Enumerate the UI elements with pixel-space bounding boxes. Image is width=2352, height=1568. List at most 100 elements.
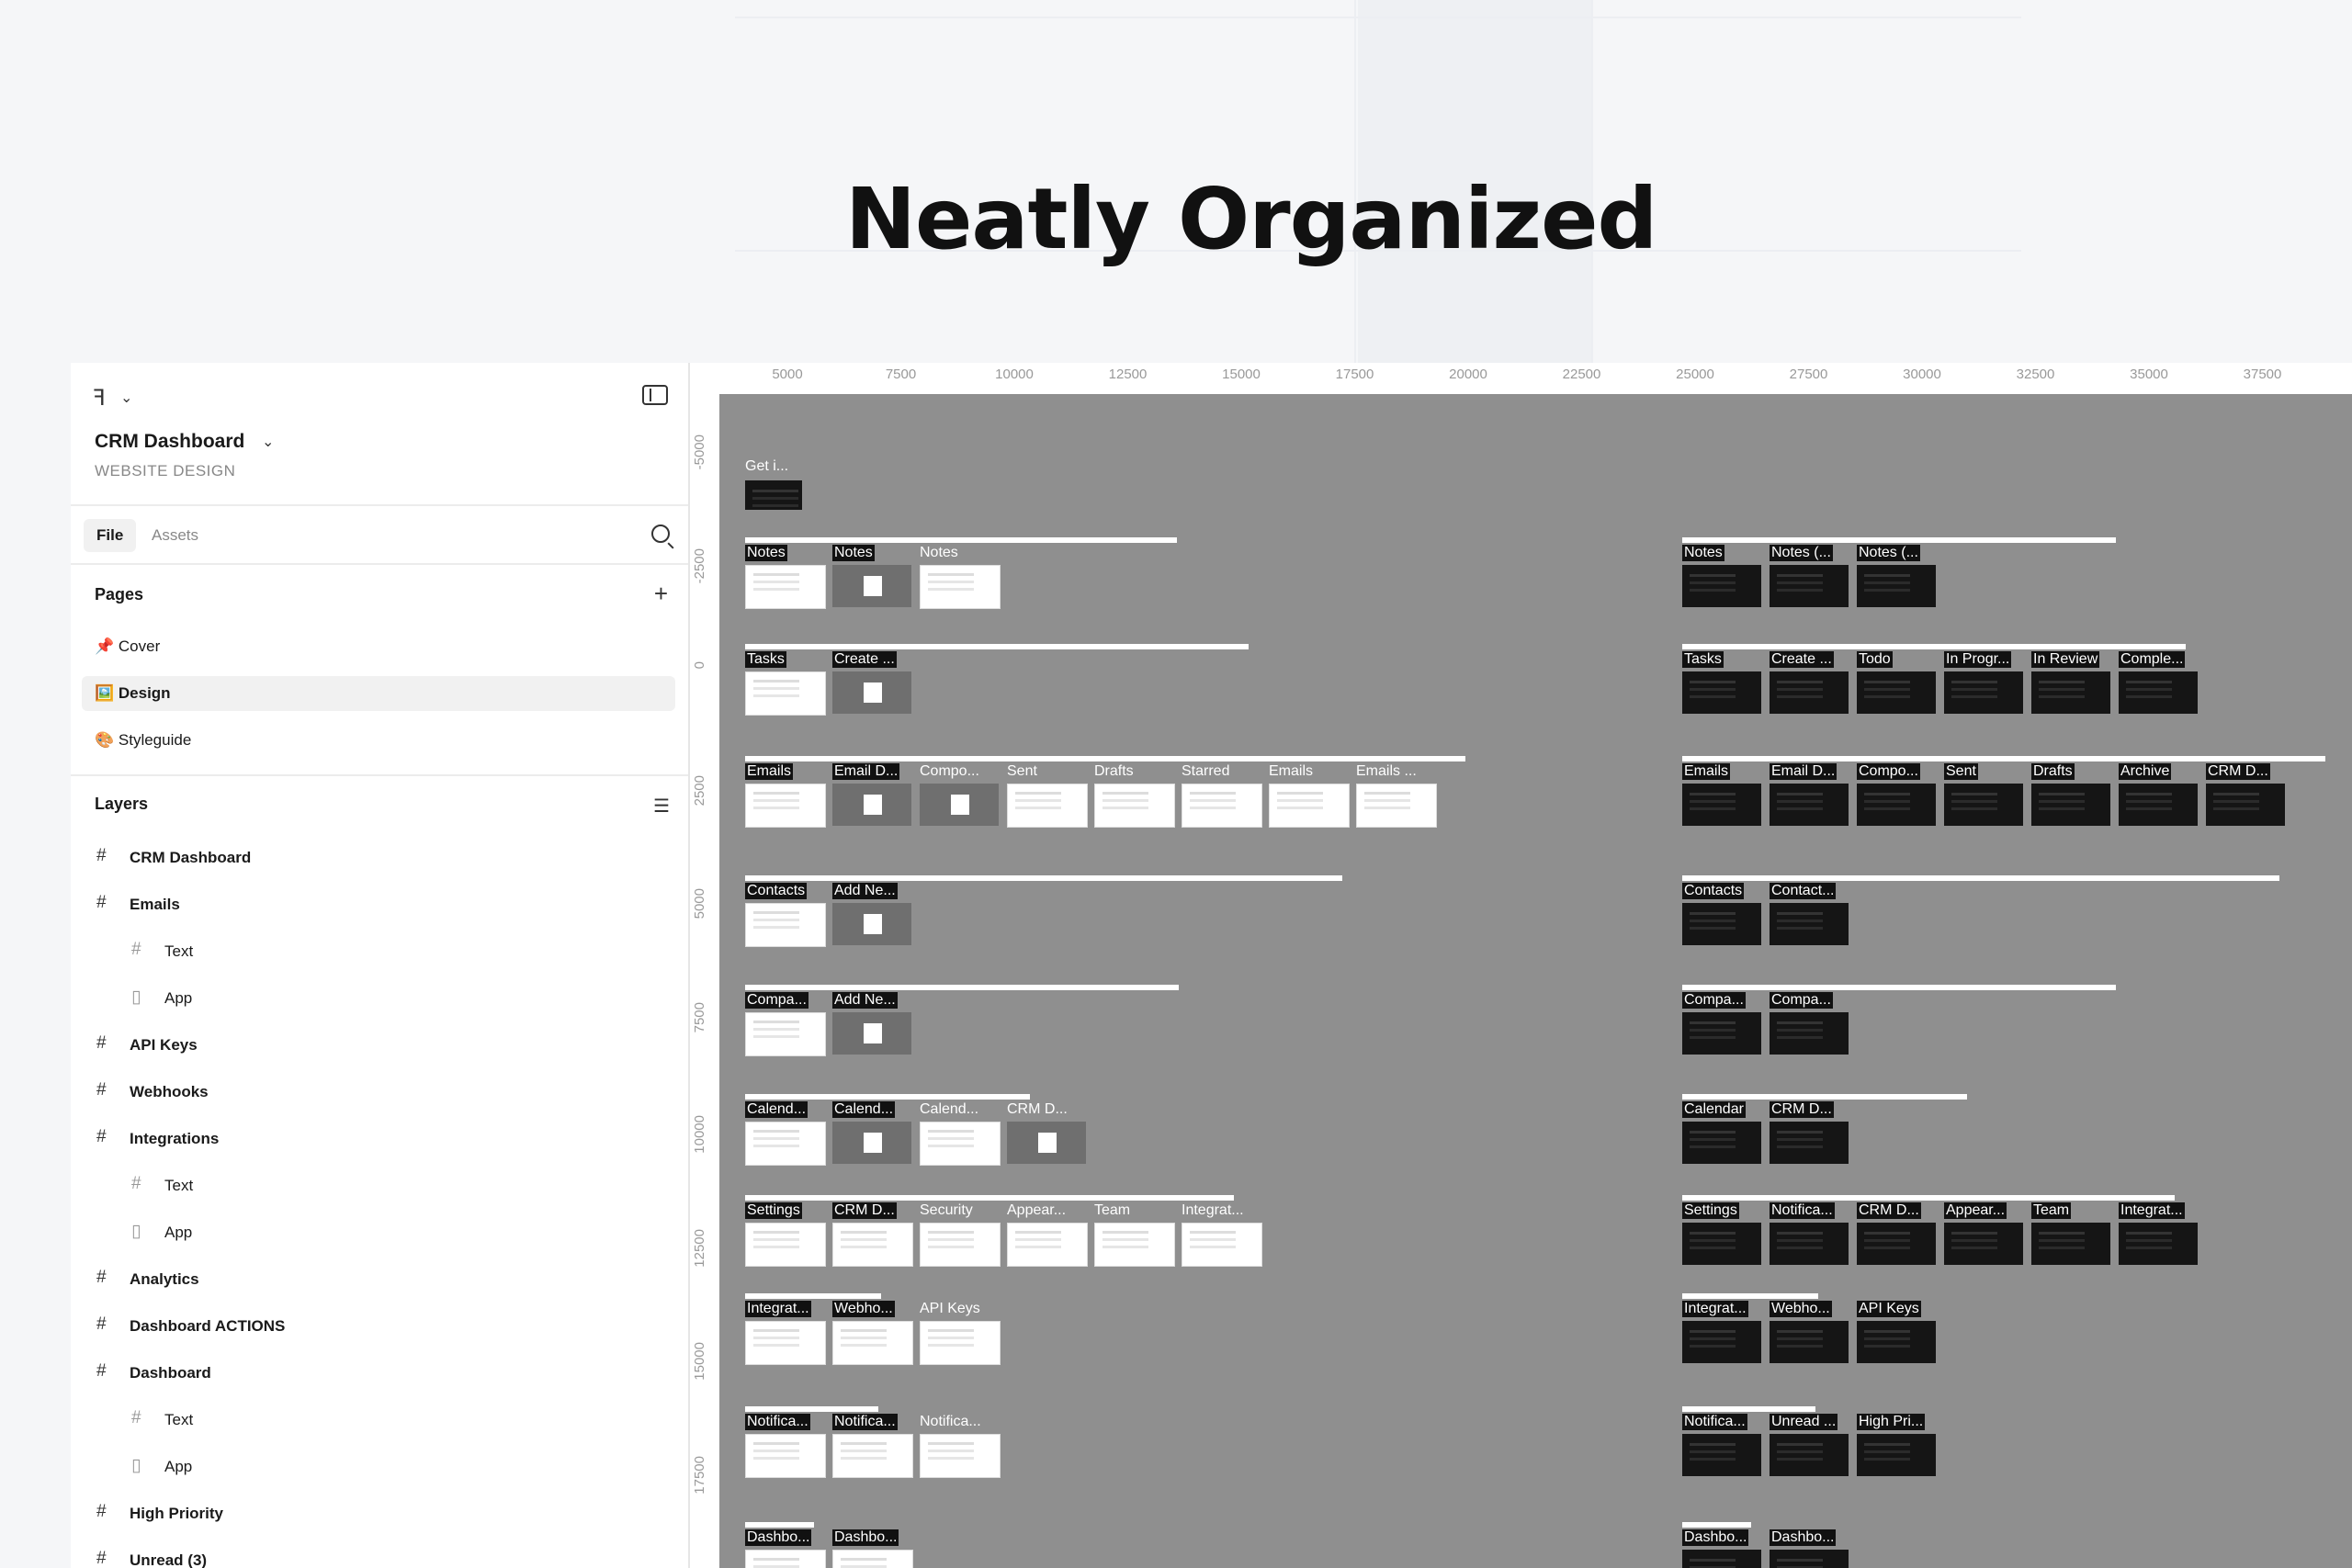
frame-label[interactable]: Contacts [1682,883,1745,899]
frame-thumbnail[interactable] [832,903,911,945]
frame-thumbnail[interactable] [832,1321,913,1365]
page-item-cover[interactable]: 📌 Cover [82,629,675,664]
frame-label[interactable]: In Progr... [1944,651,2012,668]
layer-item[interactable]: # Emails [71,886,688,922]
frame-label[interactable]: Notes [1682,545,1724,561]
panel-toggle-icon[interactable] [642,385,668,405]
layer-item[interactable]: ▯ App [71,1448,688,1484]
frame-thumbnail[interactable] [832,1434,913,1478]
frame-label[interactable]: Calend... [832,1101,896,1118]
frame-thumbnail[interactable] [1770,565,1849,607]
frame-label[interactable]: Starred [1182,763,1229,780]
frame-thumbnail[interactable] [2031,671,2110,714]
frame-label[interactable]: Calend... [745,1101,808,1118]
frame-label[interactable]: Notes [920,545,958,561]
frame-label[interactable]: Archive [2119,763,2172,780]
frame-label[interactable]: Appear... [1007,1202,1066,1219]
frame-thumbnail[interactable] [2119,671,2198,714]
frame-label[interactable]: CRM D... [1857,1202,1921,1219]
layer-item[interactable]: # Dashboard ACTIONS [71,1307,688,1344]
frame-label[interactable]: Notes (... [1770,545,1833,561]
file-name[interactable]: CRM Dashboard [95,431,244,453]
frame-thumbnail[interactable] [1682,1012,1761,1055]
frame-thumbnail[interactable] [1770,671,1849,714]
chevron-down-icon[interactable]: ⌄ [262,433,274,451]
frame-thumbnail[interactable] [2031,1223,2110,1265]
frame-thumbnail[interactable] [1682,565,1761,607]
frame-label[interactable]: Compa... [745,992,808,1009]
frame-label[interactable]: Add Ne... [832,992,898,1009]
frame-label[interactable]: Notes [745,545,787,561]
frame-thumbnail[interactable] [1770,1550,1849,1568]
frame-thumbnail[interactable] [745,1122,826,1166]
frame-label[interactable]: Email D... [1770,763,1838,780]
frame-label[interactable]: Compa... [1770,992,1833,1009]
layer-item[interactable]: ▯ App [71,979,688,1016]
frame-label[interactable]: Create ... [832,651,897,668]
layer-item[interactable]: # Text [71,932,688,969]
frame-label[interactable]: CRM D... [1770,1101,1834,1118]
frame-label[interactable]: Dashbo... [832,1529,899,1546]
layer-item[interactable]: # CRM Dashboard [71,839,688,875]
layer-item[interactable]: # Analytics [71,1260,688,1297]
frame-label[interactable]: Contact... [1770,883,1837,899]
frame-thumbnail[interactable] [1682,1321,1761,1363]
frame-thumbnail[interactable] [1770,1122,1849,1164]
layer-item[interactable]: ▯ App [71,1213,688,1250]
frame-label[interactable]: Team [1094,1202,1130,1219]
frame-thumbnail[interactable] [2206,784,2285,826]
frame-label[interactable]: Webho... [832,1301,895,1317]
canvas-area[interactable]: Get i... Notes Notes Notes Notes Notes (... N… [719,394,2352,1568]
frame-label[interactable]: Compo... [1857,763,1920,780]
frame-thumbnail[interactable] [920,565,1001,609]
frame-label[interactable]: Security [920,1202,973,1219]
layer-item[interactable]: # API Keys [71,1026,688,1063]
frame-label[interactable]: Settings [745,1202,802,1219]
frame-label[interactable]: Email D... [832,763,900,780]
frame-label[interactable]: Comple... [2119,651,2186,668]
frame-thumbnail[interactable] [1007,1223,1088,1267]
frame-thumbnail[interactable] [1682,784,1761,826]
frame-thumbnail[interactable] [745,784,826,828]
frame-thumbnail[interactable] [832,565,911,607]
frame-thumbnail[interactable] [745,565,826,609]
frame-thumbnail[interactable] [1356,784,1437,828]
frame-label[interactable]: Drafts [1094,763,1134,780]
frame-thumbnail[interactable] [1682,903,1761,945]
frame-label[interactable]: Dashbo... [745,1529,812,1546]
frame-thumbnail[interactable] [1682,1434,1761,1476]
layer-item[interactable]: # Text [71,1167,688,1203]
frame-thumbnail[interactable] [1944,1223,2023,1265]
frame-label[interactable]: Settings [1682,1202,1739,1219]
frame-label[interactable]: Dashbo... [1682,1529,1749,1546]
layers-options-icon[interactable]: ☰ [653,795,670,818]
search-icon[interactable] [651,525,670,543]
frame-thumbnail[interactable] [1857,671,1936,714]
frame-label[interactable]: Create ... [1770,651,1834,668]
frame-thumbnail[interactable] [1857,1223,1936,1265]
frame-thumbnail[interactable] [832,1550,913,1568]
frame-thumbnail[interactable] [1770,903,1849,945]
frame-thumbnail[interactable] [920,1434,1001,1478]
frame-label[interactable]: Emails [745,763,794,780]
frame-thumbnail[interactable] [745,1321,826,1365]
frame-thumbnail[interactable] [1094,1223,1175,1267]
frame-thumbnail[interactable] [2031,784,2110,826]
layer-item[interactable]: # Unread (3) [71,1541,688,1568]
frame-label[interactable]: Appear... [1944,1202,2007,1219]
frame-thumbnail[interactable] [745,1012,826,1056]
frame-label[interactable]: Team [2031,1202,2072,1219]
frame-thumbnail[interactable] [1770,784,1849,826]
frame-label[interactable]: Unread ... [1770,1414,1838,1430]
frame-thumbnail[interactable] [1944,671,2023,714]
frame-thumbnail[interactable] [1182,1223,1262,1267]
frame-label[interactable]: Get i... [745,458,788,475]
frame-label[interactable]: Notes [832,545,875,561]
frame-thumbnail[interactable] [745,480,802,510]
add-page-icon[interactable]: + [654,581,668,605]
frame-thumbnail[interactable] [920,1122,1001,1166]
frame-label[interactable]: Integrat... [745,1301,811,1317]
frame-label[interactable]: Compo... [920,763,979,780]
frame-label[interactable]: CRM D... [2206,763,2270,780]
frame-label[interactable]: Notes (... [1857,545,1920,561]
